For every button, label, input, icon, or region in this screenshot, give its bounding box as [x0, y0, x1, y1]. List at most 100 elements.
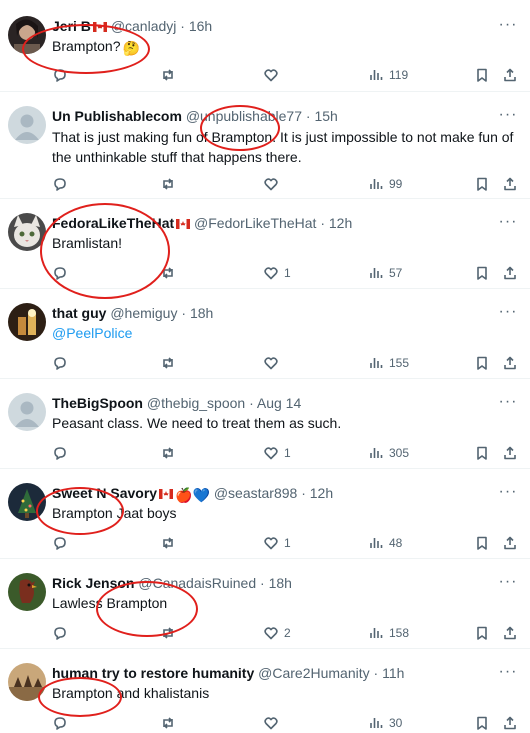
- handle[interactable]: @unpublishable77: [186, 108, 302, 124]
- retweet-button[interactable]: [160, 353, 181, 373]
- handle[interactable]: @CanadaisRuined: [138, 575, 256, 591]
- more-options-icon[interactable]: ···: [498, 107, 518, 128]
- views-button[interactable]: 155: [368, 353, 409, 373]
- display-name[interactable]: Jeri B: [52, 18, 91, 34]
- like-button[interactable]: [263, 174, 284, 194]
- more-options-icon[interactable]: ···: [498, 304, 518, 325]
- views-button[interactable]: 158: [368, 623, 409, 643]
- reply-button[interactable]: [52, 65, 73, 85]
- share-button[interactable]: [502, 174, 518, 194]
- timestamp[interactable]: 12h: [310, 485, 333, 501]
- share-button[interactable]: [502, 533, 518, 553]
- reply-button[interactable]: [52, 174, 73, 194]
- retweet-button[interactable]: [160, 533, 181, 553]
- bookmark-button[interactable]: [474, 713, 490, 733]
- tweet[interactable]: Sweet N Savory 🍎💙 @seastar898 · 12h ··· B…: [0, 469, 530, 559]
- bookmark-icon: [477, 536, 487, 550]
- reply-button[interactable]: [52, 263, 73, 283]
- retweet-button[interactable]: [160, 713, 181, 733]
- handle[interactable]: @FedorLikeTheHat: [194, 215, 316, 231]
- bookmark-button[interactable]: [474, 174, 490, 194]
- display-name[interactable]: Sweet N Savory: [52, 485, 157, 501]
- handle[interactable]: @thebig_spoon: [147, 395, 245, 411]
- like-button[interactable]: [263, 65, 284, 85]
- handle[interactable]: @canladyj: [111, 18, 177, 34]
- tweet[interactable]: Un Publishablecom @unpublishable77 · 15h…: [0, 92, 530, 199]
- bookmark-button[interactable]: [474, 443, 490, 463]
- tweet-header: TheBigSpoon @thebig_spoon · Aug 14: [52, 393, 494, 413]
- tweet[interactable]: human try to restore humanity @Care2Huma…: [0, 649, 530, 731]
- reply-button[interactable]: [52, 353, 73, 373]
- mention-link[interactable]: @PeelPolice: [52, 325, 132, 341]
- retweet-button[interactable]: [160, 263, 181, 283]
- bookmark-button[interactable]: [474, 533, 490, 553]
- tweet[interactable]: TheBigSpoon @thebig_spoon · Aug 14 ··· P…: [0, 379, 530, 469]
- timestamp[interactable]: 15h: [314, 108, 337, 124]
- bookmark-button[interactable]: [474, 353, 490, 373]
- reply-button[interactable]: [52, 443, 73, 463]
- retweet-button[interactable]: [160, 623, 181, 643]
- separator: ·: [320, 215, 325, 231]
- bookmark-button[interactable]: [474, 263, 490, 283]
- more-options-icon[interactable]: ···: [498, 214, 518, 235]
- share-button[interactable]: [502, 713, 518, 733]
- handle[interactable]: @seastar898: [214, 485, 297, 501]
- retweet-button[interactable]: [160, 174, 181, 194]
- like-button[interactable]: 1: [263, 533, 291, 553]
- bookmark-button[interactable]: [474, 623, 490, 643]
- like-button[interactable]: 1: [263, 263, 291, 283]
- views-button[interactable]: 99: [368, 174, 402, 194]
- display-name[interactable]: that guy: [52, 305, 106, 321]
- views-button[interactable]: 48: [368, 533, 402, 553]
- more-options-icon[interactable]: ···: [498, 394, 518, 415]
- timestamp[interactable]: 12h: [329, 215, 352, 231]
- avatar[interactable]: [8, 16, 46, 54]
- display-name[interactable]: Rick Jenson: [52, 575, 134, 591]
- timestamp[interactable]: Aug 14: [257, 395, 301, 411]
- share-button[interactable]: [502, 65, 518, 85]
- avatar[interactable]: [8, 303, 46, 341]
- views-button[interactable]: 119: [368, 65, 408, 85]
- timestamp[interactable]: 18h: [190, 305, 213, 321]
- handle[interactable]: @hemiguy: [110, 305, 177, 321]
- reply-button[interactable]: [52, 623, 73, 643]
- like-button[interactable]: 2: [263, 623, 291, 643]
- timestamp[interactable]: 16h: [189, 18, 212, 34]
- more-options-icon[interactable]: ···: [498, 664, 518, 685]
- default-avatar-icon[interactable]: [8, 106, 46, 144]
- display-name[interactable]: TheBigSpoon: [52, 395, 143, 411]
- avatar[interactable]: [8, 213, 46, 251]
- views-button[interactable]: 57: [368, 263, 402, 283]
- tweet[interactable]: FedoraLikeTheHat @FedorLikeTheHat · 12h …: [0, 199, 530, 299]
- display-name[interactable]: Un Publishablecom: [52, 108, 182, 124]
- timestamp[interactable]: 11h: [382, 665, 404, 681]
- more-options-icon[interactable]: ···: [498, 17, 518, 38]
- display-name[interactable]: FedoraLikeTheHat: [52, 215, 174, 231]
- timestamp[interactable]: 18h: [269, 575, 292, 591]
- avatar[interactable]: [8, 483, 46, 521]
- display-name[interactable]: human try to restore humanity: [52, 665, 254, 681]
- bookmark-button[interactable]: [474, 65, 490, 85]
- share-button[interactable]: [502, 623, 518, 643]
- views-button[interactable]: 305: [368, 443, 409, 463]
- share-button[interactable]: [502, 263, 518, 283]
- default-avatar-icon[interactable]: [8, 393, 46, 431]
- tweet[interactable]: Rick Jenson @CanadaisRuined · 18h ··· La…: [0, 559, 530, 649]
- avatar[interactable]: [8, 663, 46, 701]
- retweet-button[interactable]: [160, 65, 181, 85]
- reply-button[interactable]: [52, 713, 73, 733]
- tweet[interactable]: that guy @hemiguy · 18h ··· @PeelPolice …: [0, 289, 530, 379]
- more-options-icon[interactable]: ···: [498, 484, 518, 505]
- more-options-icon[interactable]: ···: [498, 574, 518, 595]
- reply-button[interactable]: [52, 533, 73, 553]
- handle[interactable]: @Care2Humanity: [258, 665, 369, 681]
- avatar[interactable]: [8, 573, 46, 611]
- like-button[interactable]: [263, 713, 284, 733]
- share-button[interactable]: [502, 443, 518, 463]
- share-button[interactable]: [502, 353, 518, 373]
- tweet[interactable]: Jeri B @canladyj · 16h ··· Brampton? 🤔 11…: [0, 0, 530, 92]
- like-button[interactable]: [263, 353, 284, 373]
- retweet-button[interactable]: [160, 443, 181, 463]
- views-button[interactable]: 30: [368, 713, 402, 733]
- like-button[interactable]: 1: [263, 443, 291, 463]
